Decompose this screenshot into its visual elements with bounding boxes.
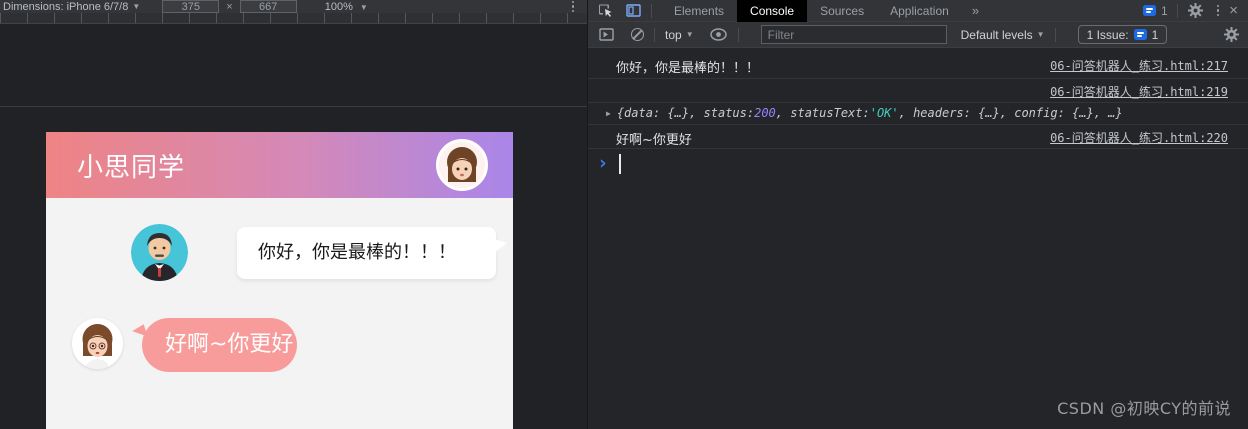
- toolbar-divider: [1054, 27, 1056, 42]
- chevron-down-icon: ▼: [132, 2, 141, 11]
- console-sidebar-toggle-icon[interactable]: [597, 26, 615, 44]
- issues-counter-button[interactable]: 1 Issue: 1: [1077, 25, 1168, 44]
- chat-bubble-bot-text: 好啊~你更好: [165, 332, 294, 357]
- issues-icon[interactable]: [1143, 5, 1157, 16]
- source-link[interactable]: 06-问答机器人_练习.html:220: [1050, 129, 1228, 146]
- chevron-down-icon: ▼: [359, 2, 368, 12]
- screenshot-root: Dimensions: iPhone 6/7/8 ▼ × 100% ▼ 小思同学: [0, 0, 1248, 429]
- dimensions-separator: ×: [226, 0, 233, 13]
- tab-elements[interactable]: Elements: [661, 0, 737, 22]
- issues-icon: [1133, 29, 1147, 40]
- zoom-level-select[interactable]: 100% ▼: [325, 1, 368, 13]
- source-link[interactable]: 06-问答机器人_练习.html:219: [1050, 83, 1228, 100]
- device-emulation-pane: Dimensions: iPhone 6/7/8 ▼ × 100% ▼ 小思同学: [0, 0, 588, 429]
- chat-bubble-bot: 好啊~你更好: [131, 318, 297, 372]
- log-message: 你好，你是最棒的！！！: [616, 61, 760, 76]
- viewport-height-input[interactable]: [239, 0, 297, 13]
- tab-sources[interactable]: Sources: [807, 0, 877, 22]
- inspect-element-icon[interactable]: [596, 2, 614, 20]
- console-log-row: 好啊~你更好 06-问答机器人_练习.html:220: [588, 125, 1248, 149]
- expand-triangle-icon[interactable]: ▶: [606, 109, 611, 118]
- console-log-row: 你好，你是最棒的！！！ 06-问答机器人_练习.html:217: [588, 48, 1248, 79]
- emulated-page: 小思同学 你好，你是最棒的！！！ 好啊~你更好: [46, 132, 513, 429]
- toolbar-divider: [654, 27, 655, 42]
- object-preview: ▶ {data: {…}, status: 200, statusText: '…: [606, 106, 1123, 120]
- console-object-row: ▶ {data: {…}, status: 200, statusText: '…: [588, 103, 1248, 125]
- devtools-menu-icon[interactable]: [1216, 4, 1220, 17]
- toolbar-divider: [737, 27, 739, 42]
- issues-label: 1 Issue:: [1086, 27, 1129, 42]
- source-link[interactable]: 06-问答机器人_练习.html:217: [1050, 57, 1228, 74]
- create-live-expression-icon[interactable]: [710, 26, 728, 44]
- chat-bubble-user-text: 你好，你是最棒的！！！: [258, 242, 456, 263]
- chat-bubble-user: 你好，你是最棒的！！！: [237, 227, 507, 279]
- console-filter-input[interactable]: [760, 25, 947, 44]
- devtools-pane: Elements Console Sources Application » 1: [588, 0, 1248, 429]
- device-type-select[interactable]: Dimensions: iPhone 6/7/8: [3, 1, 128, 13]
- bot-avatar: [72, 318, 123, 369]
- console-toolbar: top ▼ Default levels ▼ 1 Issue: 1: [588, 22, 1248, 48]
- settings-gear-icon[interactable]: [1187, 2, 1205, 20]
- object-text: {data: {…}, status:: [616, 106, 755, 120]
- chat-app-title: 小思同学: [77, 152, 186, 183]
- header-girl-avatar: [436, 139, 488, 191]
- chat-app-header: 小思同学: [46, 132, 513, 198]
- close-devtools-icon[interactable]: ×: [1229, 3, 1238, 18]
- bubble-tail: [131, 324, 148, 341]
- chevron-down-icon: ▼: [685, 30, 694, 39]
- more-tabs-icon[interactable]: »: [972, 3, 979, 18]
- chevron-down-icon: ▼: [1036, 30, 1045, 39]
- issues-count: 1: [1151, 27, 1159, 42]
- console-message-area: 你好，你是最棒的！！！ 06-问答机器人_练习.html:217 06-问答机器…: [588, 48, 1248, 429]
- execution-context-select[interactable]: top ▼: [665, 28, 694, 42]
- bubble-tail: [494, 239, 507, 253]
- object-string: 'OK': [869, 106, 899, 120]
- chat-message-list: 你好，你是最棒的！！！ 好啊~你更好: [46, 198, 513, 429]
- issues-count: 1: [1161, 3, 1168, 18]
- horizontal-ruler: [0, 13, 588, 24]
- prompt-chevron-icon: ›: [597, 151, 609, 174]
- devtools-tabbar: Elements Console Sources Application » 1: [588, 0, 1248, 22]
- tab-console[interactable]: Console: [737, 0, 808, 22]
- text-cursor: [619, 154, 621, 174]
- user-avatar: [131, 224, 188, 281]
- clear-console-icon[interactable]: [631, 28, 644, 41]
- object-number: 200: [754, 106, 776, 120]
- viewport-divider-line: [0, 106, 588, 107]
- object-text: , headers: {…}, config: {…}, …}: [898, 106, 1123, 120]
- viewport-width-input[interactable]: [162, 0, 220, 13]
- toolbar-divider: [1176, 3, 1178, 18]
- device-toolbar-menu-icon[interactable]: [571, 0, 574, 13]
- console-log-row: 06-问答机器人_练习.html:219: [588, 79, 1248, 103]
- csdn-watermark: CSDN @初映CY的前说: [1057, 399, 1231, 418]
- toolbar-divider: [651, 3, 652, 18]
- log-message: 好啊~你更好: [616, 133, 692, 148]
- device-dimensions-toolbar: Dimensions: iPhone 6/7/8 ▼ × 100% ▼: [0, 0, 588, 13]
- tab-application[interactable]: Application: [877, 0, 962, 22]
- object-text: , statusText:: [775, 106, 870, 120]
- log-levels-select[interactable]: Default levels ▼: [961, 28, 1045, 42]
- toggle-device-toolbar-icon[interactable]: [624, 2, 642, 20]
- console-settings-gear-icon[interactable]: [1222, 26, 1240, 44]
- console-prompt[interactable]: ›: [588, 149, 1248, 179]
